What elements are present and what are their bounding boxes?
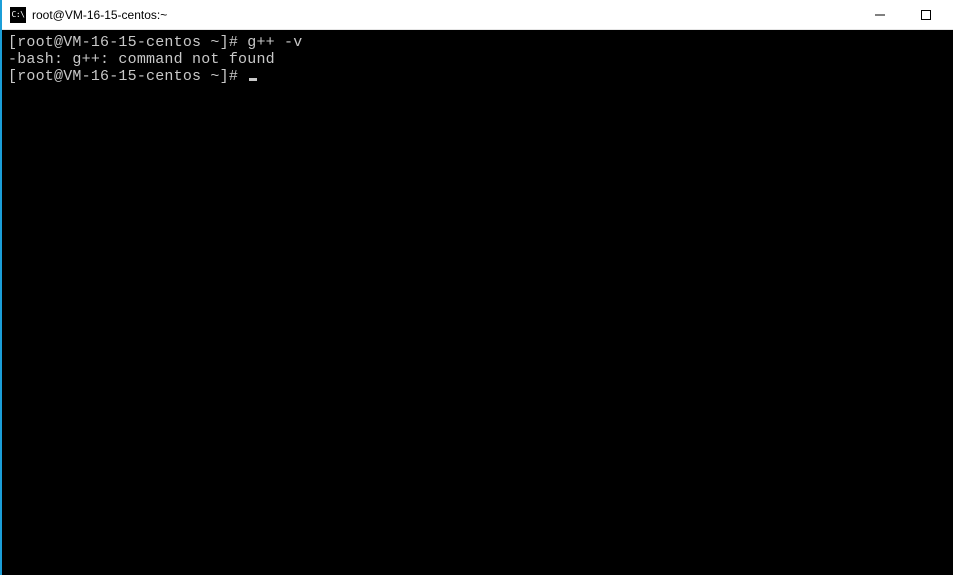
minimize-icon [875, 10, 885, 20]
command-text: g++ -v [247, 34, 302, 51]
terminal-line: [root@VM-16-15-centos ~]# [8, 68, 947, 85]
maximize-button[interactable] [903, 0, 949, 29]
terminal-line: [root@VM-16-15-centos ~]# g++ -v [8, 34, 947, 51]
prompt-text: [root@VM-16-15-centos ~]# [8, 34, 247, 51]
terminal-output[interactable]: [root@VM-16-15-centos ~]# g++ -v-bash: g… [2, 30, 953, 575]
terminal-icon-label: C:\ [12, 10, 25, 19]
minimize-button[interactable] [857, 0, 903, 29]
output-text: -bash: g++: command not found [8, 51, 275, 68]
maximize-icon [921, 10, 931, 20]
terminal-icon: C:\ [10, 7, 26, 23]
terminal-line: -bash: g++: command not found [8, 51, 947, 68]
prompt-text: [root@VM-16-15-centos ~]# [8, 68, 247, 85]
window-title: root@VM-16-15-centos:~ [32, 8, 857, 22]
window-titlebar: C:\ root@VM-16-15-centos:~ [2, 0, 953, 30]
window-controls [857, 0, 949, 29]
terminal-window: C:\ root@VM-16-15-centos:~ [root@VM-16-1… [0, 0, 953, 575]
cursor [249, 78, 257, 81]
